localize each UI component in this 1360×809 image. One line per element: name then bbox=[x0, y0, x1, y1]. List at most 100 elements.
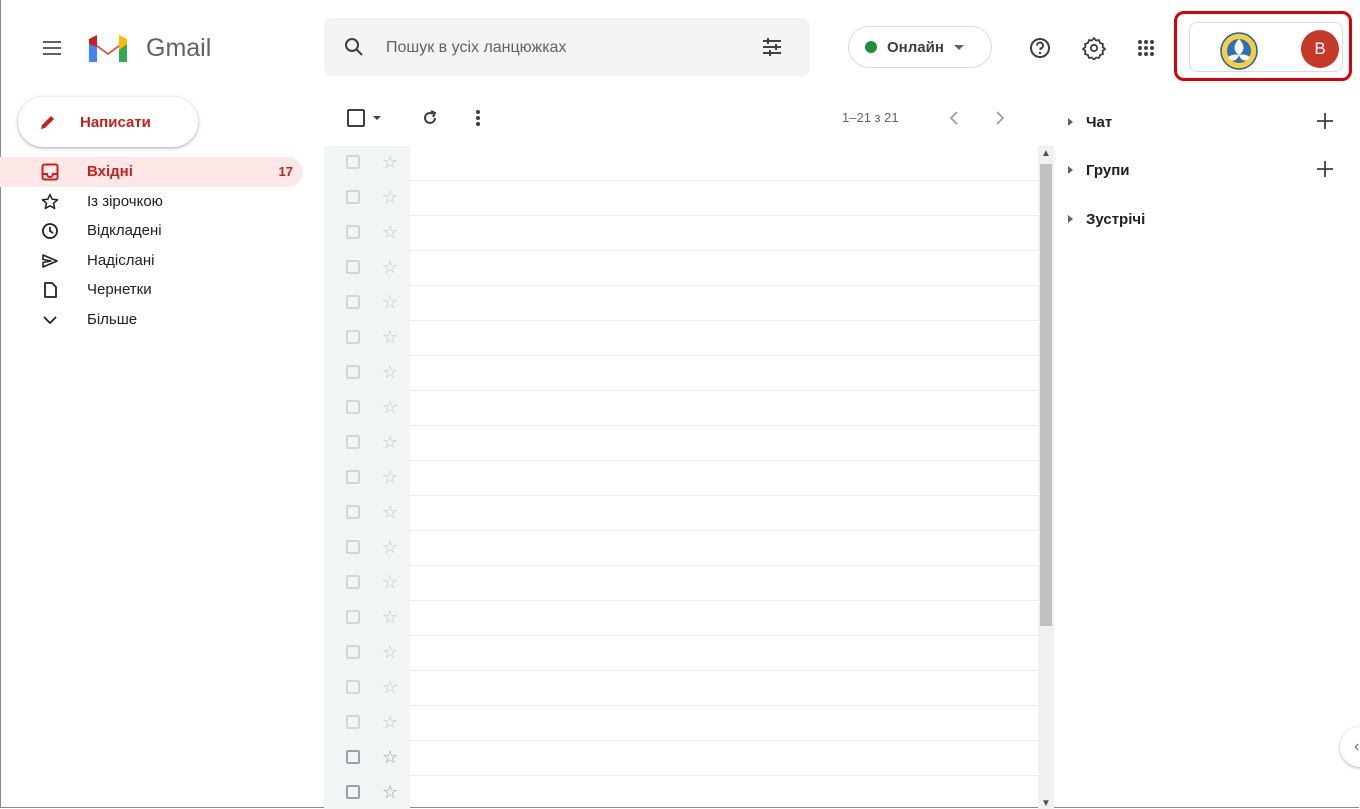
row-checkbox[interactable] bbox=[346, 575, 360, 589]
sidebar-item-inbox[interactable]: Вхідні 17 bbox=[0, 157, 303, 187]
mail-row[interactable]: ☆ bbox=[324, 181, 1038, 216]
search-bar[interactable] bbox=[324, 18, 810, 76]
select-all-checkbox[interactable] bbox=[342, 100, 386, 136]
star-toggle-icon[interactable]: ☆ bbox=[382, 256, 398, 278]
send-icon bbox=[40, 251, 60, 271]
star-toggle-icon[interactable]: ☆ bbox=[382, 221, 398, 243]
mail-row[interactable]: ☆ bbox=[324, 356, 1038, 391]
scroll-down-icon[interactable]: ▼ bbox=[1041, 798, 1051, 809]
mail-row[interactable]: ☆ bbox=[324, 146, 1038, 181]
sidebar-item-sent[interactable]: Надіслані bbox=[0, 246, 310, 276]
mail-list-scrollbar[interactable]: ▲ ▼ bbox=[1038, 146, 1054, 809]
star-toggle-icon[interactable]: ☆ bbox=[382, 361, 398, 383]
add-chat-icon[interactable] bbox=[1312, 108, 1338, 134]
right-panel-groups[interactable]: Групи bbox=[1068, 160, 1348, 184]
right-panel-meetings[interactable]: Зустрічі bbox=[1068, 209, 1348, 233]
row-checkbox[interactable] bbox=[346, 330, 360, 344]
sidebar-item-drafts[interactable]: Чернетки bbox=[0, 275, 310, 305]
newer-button[interactable] bbox=[942, 100, 966, 136]
star-toggle-icon[interactable]: ☆ bbox=[382, 151, 398, 173]
row-checkbox[interactable] bbox=[346, 680, 360, 694]
star-toggle-icon[interactable]: ☆ bbox=[382, 536, 398, 558]
mail-row[interactable]: ☆ bbox=[324, 601, 1038, 636]
star-toggle-icon[interactable]: ☆ bbox=[382, 711, 398, 733]
star-toggle-icon[interactable]: ☆ bbox=[382, 326, 398, 348]
apps-button[interactable] bbox=[1126, 28, 1166, 68]
help-button[interactable] bbox=[1020, 28, 1060, 68]
clock-icon bbox=[40, 221, 60, 241]
organization-logo-icon[interactable] bbox=[1219, 31, 1259, 71]
more-vert-icon bbox=[476, 110, 480, 126]
mail-row[interactable]: ☆ bbox=[324, 251, 1038, 286]
row-checkbox[interactable] bbox=[346, 365, 360, 379]
row-checkbox[interactable] bbox=[346, 155, 360, 169]
row-checkbox[interactable] bbox=[346, 785, 360, 799]
scrollbar-thumb[interactable] bbox=[1040, 164, 1052, 626]
star-toggle-icon[interactable]: ☆ bbox=[382, 676, 398, 698]
refresh-button[interactable] bbox=[416, 100, 444, 136]
row-checkbox[interactable] bbox=[346, 190, 360, 204]
star-icon bbox=[40, 192, 60, 212]
chevron-down-icon bbox=[40, 310, 60, 330]
row-checkbox[interactable] bbox=[346, 750, 360, 764]
avatar[interactable]: B bbox=[1301, 30, 1339, 68]
more-options-button[interactable] bbox=[468, 100, 488, 136]
search-input[interactable] bbox=[384, 28, 748, 68]
mail-row[interactable]: ☆ bbox=[324, 391, 1038, 426]
star-toggle-icon[interactable]: ☆ bbox=[382, 641, 398, 663]
star-toggle-icon[interactable]: ☆ bbox=[382, 466, 398, 488]
mail-row[interactable]: ☆ bbox=[324, 216, 1038, 251]
older-button[interactable] bbox=[988, 100, 1012, 136]
mail-row[interactable]: ☆ bbox=[324, 286, 1038, 321]
mail-row[interactable]: ☆ bbox=[324, 636, 1038, 671]
star-toggle-icon[interactable]: ☆ bbox=[382, 781, 398, 803]
row-checkbox[interactable] bbox=[346, 540, 360, 554]
row-checkbox[interactable] bbox=[346, 400, 360, 414]
top-bar: Gmail Онлайн bbox=[0, 0, 1360, 88]
add-group-icon[interactable] bbox=[1312, 156, 1338, 182]
row-checkbox[interactable] bbox=[346, 225, 360, 239]
gmail-wordmark: Gmail bbox=[146, 33, 212, 62]
main-menu-button[interactable] bbox=[32, 28, 72, 68]
star-toggle-icon[interactable]: ☆ bbox=[382, 431, 398, 453]
mail-row[interactable]: ☆ bbox=[324, 531, 1038, 566]
row-checkbox[interactable] bbox=[346, 260, 360, 274]
mail-row[interactable]: ☆ bbox=[324, 321, 1038, 356]
mail-row[interactable]: ☆ bbox=[324, 776, 1038, 809]
mail-row[interactable]: ☆ bbox=[324, 426, 1038, 461]
star-toggle-icon[interactable]: ☆ bbox=[382, 396, 398, 418]
right-panel-chat[interactable]: Чат bbox=[1068, 112, 1348, 136]
mail-row[interactable]: ☆ bbox=[324, 671, 1038, 706]
row-checkbox[interactable] bbox=[346, 295, 360, 309]
status-dropdown[interactable]: Онлайн bbox=[848, 26, 992, 68]
compose-button[interactable]: Написати bbox=[18, 97, 198, 147]
mail-row[interactable]: ☆ bbox=[324, 741, 1038, 776]
inbox-icon bbox=[40, 162, 60, 182]
scroll-up-icon[interactable]: ▲ bbox=[1041, 148, 1051, 159]
sidebar-item-snoozed[interactable]: Відкладені bbox=[0, 216, 310, 246]
search-options-icon[interactable] bbox=[760, 35, 784, 59]
mail-row[interactable]: ☆ bbox=[324, 496, 1038, 531]
row-checkbox[interactable] bbox=[346, 610, 360, 624]
sidebar-item-label: Чернетки bbox=[87, 281, 152, 299]
search-icon[interactable] bbox=[342, 35, 366, 59]
mail-row[interactable]: ☆ bbox=[324, 706, 1038, 741]
star-toggle-icon[interactable]: ☆ bbox=[382, 746, 398, 768]
mail-list: ☆ ☆ ☆ ☆ ☆ ☆ ☆ ☆ ☆ ☆ ☆ ☆ ☆ ☆ ☆ ☆ ☆ ☆ ☆ bbox=[324, 146, 1038, 809]
gmail-logo[interactable]: Gmail bbox=[86, 28, 211, 68]
mail-row[interactable]: ☆ bbox=[324, 566, 1038, 601]
star-toggle-icon[interactable]: ☆ bbox=[382, 571, 398, 593]
star-toggle-icon[interactable]: ☆ bbox=[382, 291, 398, 313]
row-checkbox[interactable] bbox=[346, 470, 360, 484]
row-checkbox[interactable] bbox=[346, 715, 360, 729]
mail-row[interactable]: ☆ bbox=[324, 461, 1038, 496]
sidebar-item-more[interactable]: Більше bbox=[0, 305, 310, 335]
row-checkbox[interactable] bbox=[346, 435, 360, 449]
settings-button[interactable] bbox=[1074, 28, 1114, 68]
row-checkbox[interactable] bbox=[346, 645, 360, 659]
sidebar-item-starred[interactable]: Із зірочкою bbox=[0, 187, 310, 217]
star-toggle-icon[interactable]: ☆ bbox=[382, 501, 398, 523]
star-toggle-icon[interactable]: ☆ bbox=[382, 606, 398, 628]
row-checkbox[interactable] bbox=[346, 505, 360, 519]
star-toggle-icon[interactable]: ☆ bbox=[382, 186, 398, 208]
